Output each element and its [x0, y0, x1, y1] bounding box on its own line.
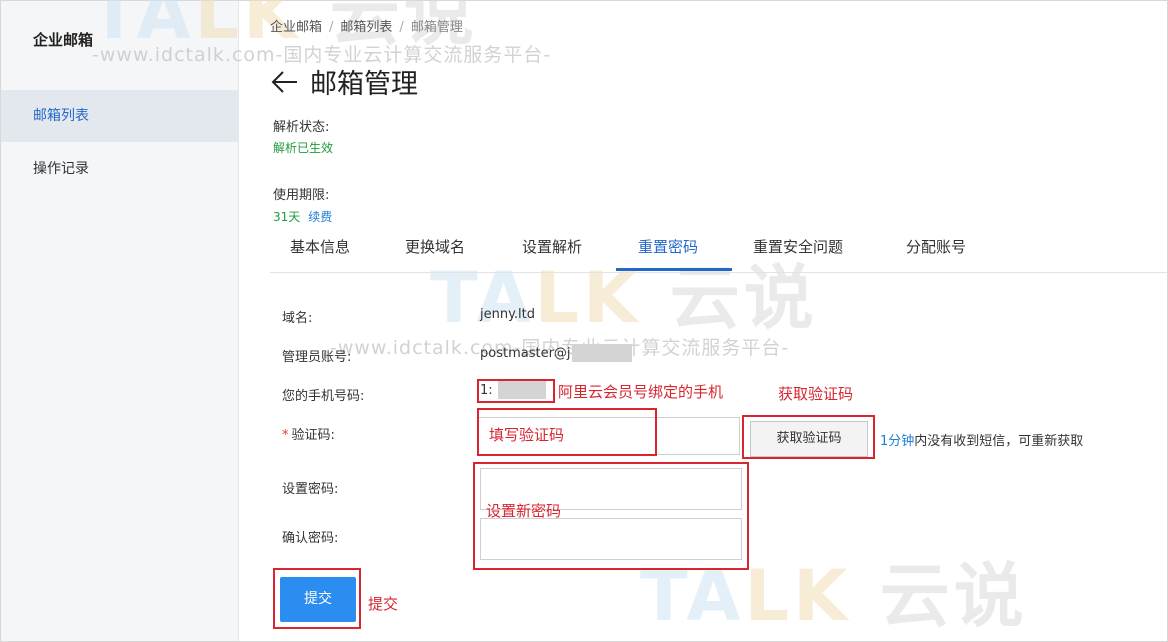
redaction-mask [572, 344, 632, 362]
admin-account-label: 管理员账号: [282, 350, 352, 365]
breadcrumb: 企业邮箱 / 邮箱列表 / 邮箱管理 [270, 20, 463, 35]
tab-dns-settings[interactable]: 设置解析 [522, 225, 582, 273]
tab-change-domain[interactable]: 更换域名 [405, 225, 465, 273]
admin-account-value: postmaster@j [480, 346, 571, 361]
annotation-submit-note: 提交 [368, 595, 399, 613]
redaction-mask [498, 381, 546, 399]
domain-value: jenny.ltd [480, 307, 536, 322]
renew-link[interactable]: 续费 [308, 210, 332, 224]
tab-reset-password[interactable]: 重置密码 [638, 225, 698, 273]
breadcrumb-item-mailbox-list[interactable]: 邮箱列表 [340, 20, 392, 35]
breadcrumb-item-enterprise-mail[interactable]: 企业邮箱 [270, 20, 322, 35]
sidebar-brand: 企业邮箱 [33, 31, 94, 49]
get-code-button[interactable]: 获取验证码 [750, 421, 868, 457]
usage-period-value: 31天 续费 [273, 210, 333, 224]
phone-label: 您的手机号码: [282, 389, 365, 404]
page-header: 邮箱管理 [270, 62, 418, 101]
tab-bar: 基本信息 更换域名 设置解析 重置密码 重置安全问题 分配账号 [270, 225, 1167, 273]
sidebar-item-operation-log[interactable]: 操作记录 [1, 143, 239, 195]
resolve-status-label: 解析状态: [273, 120, 330, 135]
tab-assign-account[interactable]: 分配账号 [906, 225, 966, 273]
domain-label: 域名: [282, 311, 313, 326]
tab-reset-security-question[interactable]: 重置安全问题 [753, 225, 843, 273]
phone-value: 1: [480, 383, 493, 398]
sidebar-item-mailbox-list[interactable]: 邮箱列表 [1, 90, 239, 142]
tab-basic-info[interactable]: 基本信息 [290, 225, 350, 273]
confirm-password-label: 确认密码: [282, 531, 339, 546]
resolve-status-value: 解析已生效 [273, 141, 334, 155]
active-tab-indicator [616, 268, 732, 271]
resend-hint: 1分钟内没有收到短信，可重新获取 [880, 434, 1084, 449]
breadcrumb-item-current: 邮箱管理 [410, 20, 463, 35]
page-title: 邮箱管理 [310, 69, 418, 100]
annotation-phone-note: 阿里云会员号绑定的手机 [558, 383, 724, 401]
sidebar: 企业邮箱 邮箱列表 操作记录 [1, 1, 239, 641]
annotation-password-note: 设置新密码 [486, 502, 562, 520]
submit-button[interactable]: 提交 [280, 577, 356, 622]
annotation-code-note: 填写验证码 [489, 426, 565, 444]
verification-code-label: * 验证码: [282, 428, 335, 443]
new-password-label: 设置密码: [282, 482, 339, 497]
annotation-get-code-note: 获取验证码 [778, 385, 854, 403]
arrow-left-icon[interactable] [270, 67, 300, 97]
usage-period-label: 使用期限: [273, 188, 330, 203]
confirm-password-input[interactable] [480, 518, 742, 560]
